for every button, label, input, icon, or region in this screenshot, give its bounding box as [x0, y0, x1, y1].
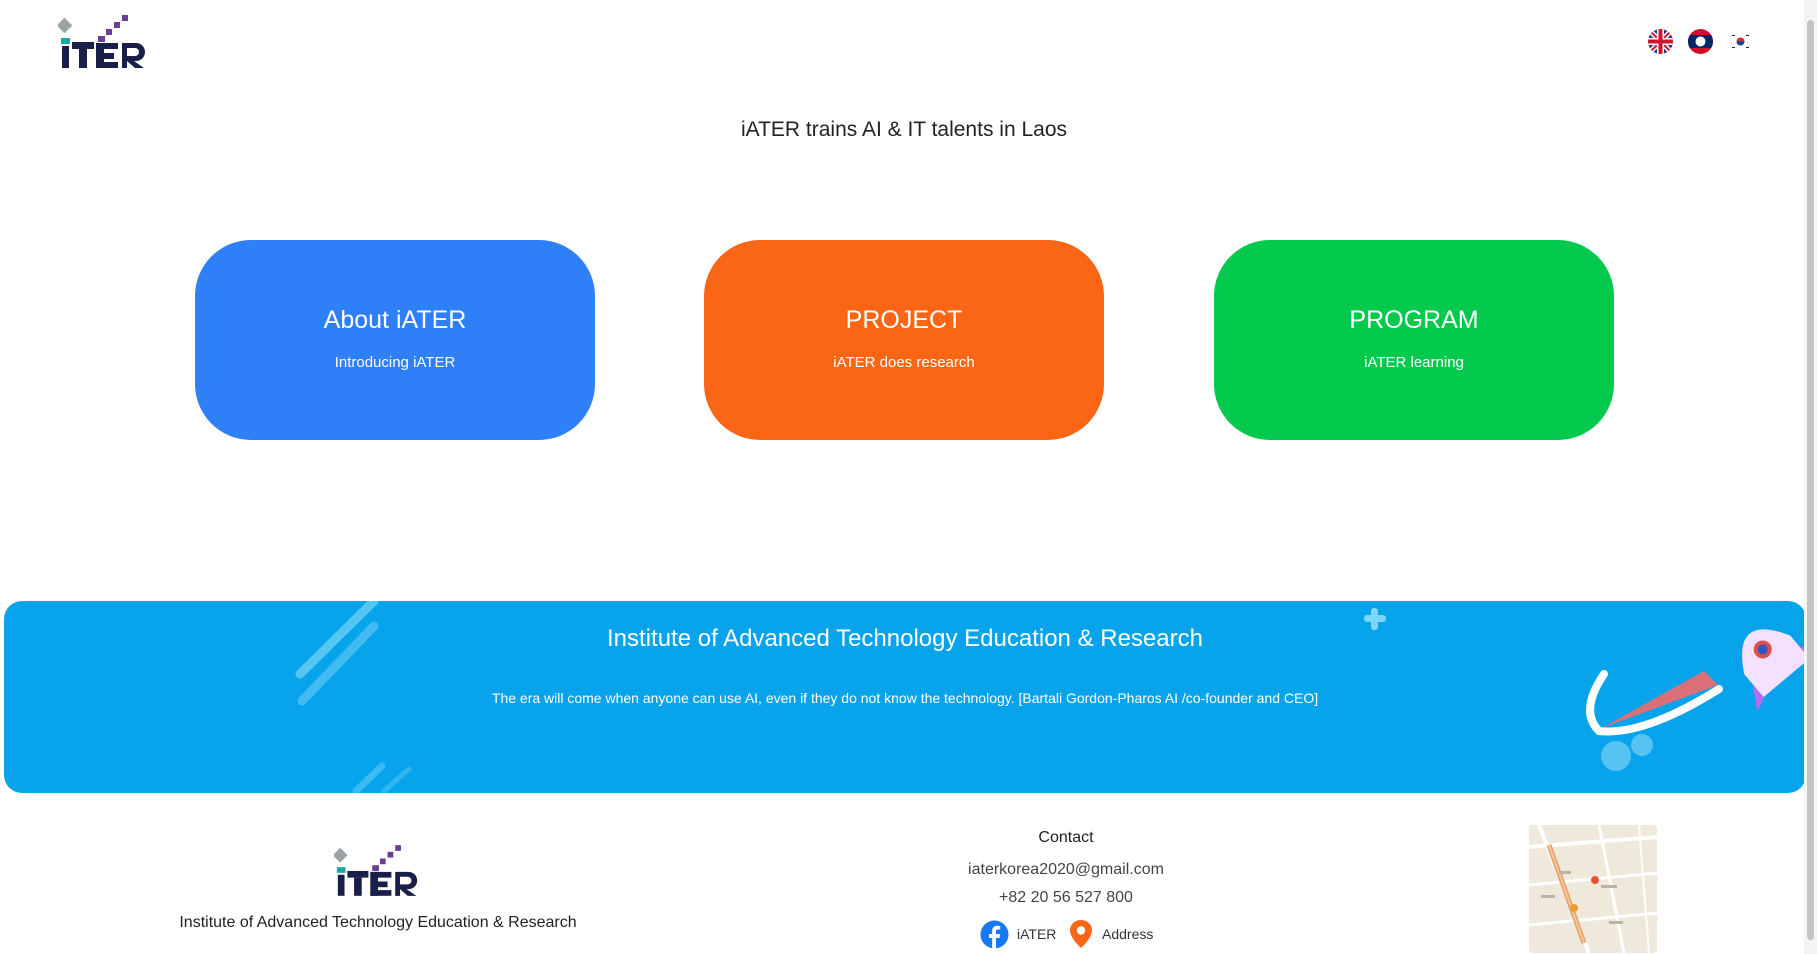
project-card[interactable]: PROJECT iATER does research: [704, 240, 1104, 440]
about-iater-card[interactable]: About iATER Introducing iATER: [195, 240, 595, 440]
location-pin-icon: [1070, 920, 1092, 948]
contact-phone[interactable]: +82 20 56 527 800: [900, 889, 1232, 907]
card-subtitle: iATER does research: [833, 354, 975, 371]
footer-iater-logo[interactable]: [332, 842, 422, 898]
vertical-scrollbar[interactable]: [1804, 0, 1817, 954]
address-link[interactable]: Address: [1068, 919, 1153, 949]
korea-flag-icon[interactable]: [1728, 29, 1753, 54]
card-subtitle: Introducing iATER: [334, 354, 456, 371]
mission-banner: Institute of Advanced Technology Educati…: [4, 601, 1806, 793]
facebook-label: iATER: [1017, 926, 1057, 942]
laos-flag-icon[interactable]: [1688, 29, 1713, 54]
facebook-icon: [980, 920, 1009, 949]
card-title: About iATER: [323, 306, 467, 334]
contact-email[interactable]: iaterkorea2020@gmail.com: [900, 861, 1232, 879]
facebook-link[interactable]: iATER: [980, 919, 1056, 949]
card-subtitle: iATER learning: [1364, 354, 1464, 371]
uk-flag-icon[interactable]: [1648, 29, 1673, 54]
iater-logo[interactable]: [56, 12, 150, 70]
footer-org-name: Institute of Advanced Technology Educati…: [179, 914, 577, 931]
map-thumbnail[interactable]: [1529, 825, 1657, 953]
card-title: PROJECT: [845, 306, 963, 334]
banner-title: Institute of Advanced Technology Educati…: [607, 625, 1203, 652]
banner-quote: The era will come when anyone can use AI…: [491, 690, 1319, 706]
contact-title: Contact: [1038, 829, 1094, 846]
tagline: iATER trains AI & IT talents in Laos: [740, 118, 1068, 141]
page: iATER trains AI & IT talents in Laos Abo…: [0, 0, 1817, 954]
scrollbar-thumb[interactable]: [1807, 20, 1814, 940]
address-label: Address: [1102, 926, 1154, 942]
card-title: PROGRAM: [1349, 306, 1479, 334]
program-card[interactable]: PROGRAM iATER learning: [1214, 240, 1614, 440]
